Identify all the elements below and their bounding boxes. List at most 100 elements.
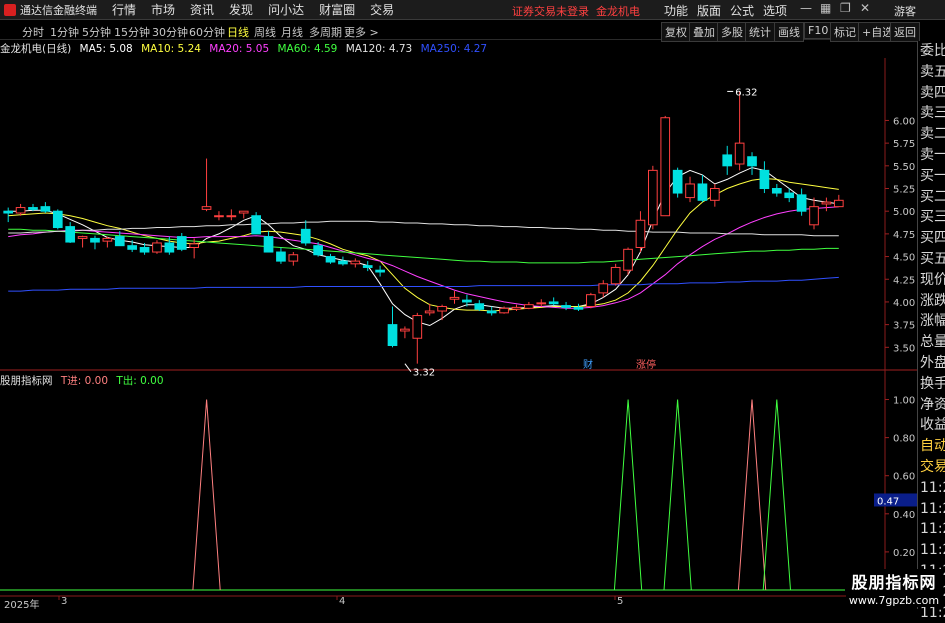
candle-body (536, 302, 547, 305)
price-tick-label: 4.25 (893, 275, 915, 286)
side-item[interactable]: 卖三 (918, 103, 945, 124)
candle-body (747, 156, 757, 167)
chart-canvas[interactable]: 3.50 3.75 4.00 4.25 4.50 4.75 5.00 5.25 5.50 5.75… (0, 0, 917, 609)
side-item[interactable]: 卖五 (918, 62, 945, 83)
side-item[interactable]: 买五 (918, 249, 945, 270)
candle-body (52, 210, 63, 229)
side-item[interactable]: 买一 (918, 166, 945, 187)
price-tick-label: 6.00 (893, 116, 915, 127)
candle-body (15, 207, 26, 214)
date-tick-may: 5 (617, 596, 624, 607)
candle-body (511, 306, 522, 310)
candle-body (821, 201, 832, 205)
candle-body (238, 210, 249, 214)
side-item[interactable]: 11:29 (918, 478, 945, 499)
price-tick-label: 3.50 (893, 343, 915, 354)
candle-body (474, 303, 485, 310)
side-item[interactable]: 买二 (918, 187, 945, 208)
date-tick-april: 4 (339, 596, 346, 607)
brand-name: 股朋指标网 (851, 573, 937, 592)
indicator-spike-t-out (613, 399, 643, 591)
candle-body (276, 251, 286, 262)
side-item[interactable]: 涨幅 (918, 311, 945, 332)
candle-body (561, 305, 571, 308)
candle-body (437, 305, 447, 312)
candle-body (771, 188, 782, 194)
candle-body (139, 246, 150, 253)
indicator-spike-t-in (737, 399, 767, 591)
price-tick-label: 5.75 (893, 139, 915, 150)
date-tick-march: 3 (61, 596, 68, 607)
candle-body (759, 169, 770, 190)
price-tick-label: 5.00 (893, 207, 915, 218)
current-value-label: 0.47 (877, 496, 899, 507)
side-item[interactable]: 涨跌 (918, 291, 945, 312)
indicator-tick-label: 0.60 (893, 472, 915, 483)
candle-body (833, 199, 844, 208)
indicator-spike-t-in (192, 399, 221, 591)
candle-body (586, 294, 596, 307)
candle-body (672, 169, 683, 194)
price-tick-label: 4.75 (893, 230, 915, 241)
candle-body (462, 299, 472, 303)
side-item[interactable]: 外盘 (918, 353, 945, 374)
candle-body (734, 142, 745, 165)
side-item[interactable]: 11:29 (918, 540, 945, 561)
quote-side-panel: 委比 卖五 卖四 卖三 卖二 卖一 买一 买二 买三 买四 买五 现价 涨跌 涨幅 总量 外盘 换手 净资 收益 自动… (917, 41, 945, 621)
candle-body (325, 256, 336, 263)
side-item[interactable]: 11:29 (918, 499, 945, 520)
candle-body (226, 215, 237, 218)
candle-body (114, 236, 125, 247)
candle-body (40, 206, 51, 212)
candle-body (338, 260, 348, 265)
side-item[interactable]: 净资 (918, 395, 945, 416)
candle-body (648, 169, 658, 226)
candle-body (176, 236, 187, 250)
candle-body (610, 266, 621, 285)
side-item[interactable]: 卖一 (918, 145, 945, 166)
candle-body (412, 315, 423, 339)
indicator-tick-label: 0.20 (893, 548, 915, 559)
candle-body (548, 301, 559, 305)
candle-body (90, 237, 100, 243)
candle-body (3, 210, 14, 214)
side-item[interactable]: 自动 (918, 436, 945, 457)
side-item[interactable]: 现价 (918, 270, 945, 291)
candle-body (77, 236, 88, 239)
candle-body (660, 117, 671, 217)
side-item[interactable]: 交易 (918, 457, 945, 478)
side-item[interactable]: 买四 (918, 228, 945, 249)
price-tick-label: 3.75 (893, 321, 915, 332)
side-item[interactable]: 买三 (918, 207, 945, 228)
candle-body (214, 215, 224, 218)
side-item[interactable]: 卖四 (918, 83, 945, 104)
candle-body (697, 183, 708, 201)
side-item[interactable]: 换手 (918, 374, 945, 395)
price-tick-label: 5.25 (893, 185, 915, 196)
side-item[interactable]: 委比 (918, 41, 945, 62)
candle-body (486, 310, 497, 314)
side-item[interactable]: 11:29 (918, 519, 945, 540)
candle-body (152, 242, 162, 253)
annotation-label: 3.32 (413, 368, 435, 379)
candle-body (28, 207, 38, 210)
candle-body (685, 183, 695, 199)
candle-body (524, 304, 534, 309)
candle-body (127, 245, 138, 250)
candle-body (201, 206, 212, 210)
side-item[interactable]: 卖二 (918, 124, 945, 145)
annotation-label: 6.32 (735, 87, 757, 98)
candle-body (796, 194, 807, 212)
candle-body (288, 254, 299, 262)
side-item[interactable]: 收益 (918, 415, 945, 436)
indicator-spike-t-out (663, 399, 692, 591)
price-tick-label: 5.50 (893, 162, 915, 173)
event-tag: 财 (583, 358, 593, 371)
candle-body (313, 245, 323, 256)
side-item[interactable]: 总量 (918, 332, 945, 353)
candle-body (350, 260, 361, 265)
price-tick-label: 4.00 (893, 298, 915, 309)
indicator-tick-label: 1.00 (893, 396, 915, 407)
candle-body (263, 236, 274, 253)
candle-body (809, 206, 819, 226)
